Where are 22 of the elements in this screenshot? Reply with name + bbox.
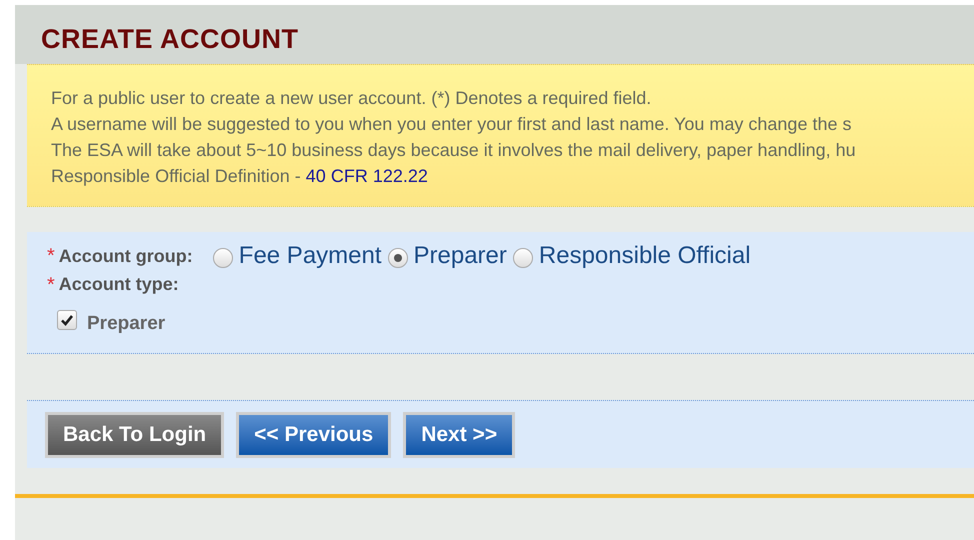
- field-label: Account group:: [58, 244, 193, 268]
- nav-button[interactable]: Next >>: [403, 412, 516, 458]
- required-mark: *: [47, 276, 55, 294]
- radio-label[interactable]: Responsible Official: [538, 242, 751, 270]
- nav-button[interactable]: << Previous: [236, 412, 392, 458]
- notice-text: A username will be suggested to you when you enter your first and last name. You may change the s: [51, 113, 852, 136]
- field-label: Account type:: [58, 273, 179, 296]
- radio-button[interactable]: [388, 248, 408, 268]
- checkmark-icon: [60, 313, 74, 328]
- page-title: CREATE ACCOUNT: [41, 23, 298, 55]
- radio-label[interactable]: Fee Payment: [238, 242, 382, 270]
- checkbox-label[interactable]: Preparer: [87, 310, 166, 338]
- radio-label[interactable]: Preparer: [414, 242, 507, 270]
- notice-text: Responsible Official Definition -: [51, 165, 301, 188]
- radio-button[interactable]: [512, 248, 533, 268]
- back-button[interactable]: Back To Login: [45, 412, 224, 458]
- definition-link[interactable]: 40 CFR 122.22: [306, 163, 428, 189]
- radio-button[interactable]: [212, 248, 233, 268]
- notice-text: For a public user to create a new user account. (*) Denotes a required field.: [51, 87, 652, 110]
- required-mark: *: [47, 247, 55, 265]
- checkbox[interactable]: [57, 310, 77, 330]
- notice-text: The ESA will take about 5~10 business days because it involves the mail delivery, paper handling, hu: [51, 139, 856, 162]
